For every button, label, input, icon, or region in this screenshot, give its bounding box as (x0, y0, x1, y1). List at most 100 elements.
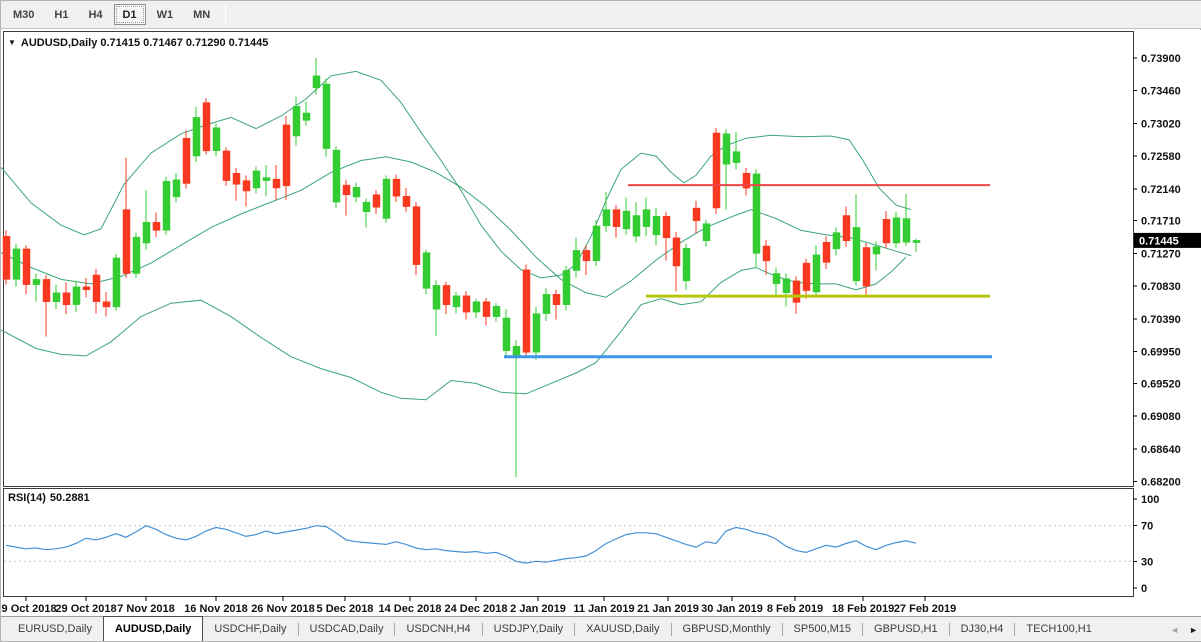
date-tick-label: 21 Jan 2019 (637, 603, 699, 615)
chart-menu-caret-icon[interactable]: ▼ (8, 38, 16, 47)
tab-usdcad-daily[interactable]: USDCAD,Daily (299, 617, 395, 641)
candle-body (193, 117, 200, 156)
candle-body (53, 293, 60, 302)
candle-body (843, 216, 850, 241)
candle-body (203, 103, 210, 151)
tab-audusd-daily[interactable]: AUDUSD,Daily (103, 616, 203, 641)
date-tick-label: 14 Dec 2018 (379, 603, 442, 615)
price-tick-label: 0.69950 (1141, 347, 1181, 359)
candle-body (323, 84, 330, 149)
candle-body (623, 211, 630, 229)
candle-body (353, 187, 360, 197)
candle-body (3, 236, 10, 279)
timeframe-button-m30[interactable]: M30 (4, 4, 43, 25)
rsi-current-value: 50.2881 (50, 492, 90, 504)
tab-usdjpy-daily[interactable]: USDJPY,Daily (483, 617, 575, 641)
timeframe-button-mn[interactable]: MN (184, 4, 219, 25)
candle-body (443, 285, 450, 304)
date-tick-label: 19 Oct 2018 (1, 603, 57, 615)
rsi-name: RSI(14) (8, 492, 46, 504)
candle-body (633, 216, 640, 237)
price-tick-label: 0.68200 (1141, 477, 1181, 489)
candle-body (663, 216, 670, 238)
candle-body (123, 210, 130, 274)
tab-dj30-h4[interactable]: DJ30,H4 (950, 617, 1015, 641)
timeframe-button-w1[interactable]: W1 (148, 4, 183, 25)
price-tick-label: 0.70390 (1141, 314, 1181, 326)
candle-body (533, 314, 540, 353)
candle-body (293, 106, 300, 136)
tab-gbpusd-h1[interactable]: GBPUSD,H1 (863, 617, 949, 641)
price-chart-svg: 0.739000.734600.730200.725800.721400.717… (1, 30, 1201, 618)
tab-sp500-m15[interactable]: SP500,M15 (783, 617, 862, 641)
candle-body (803, 263, 810, 291)
candle-body (603, 210, 610, 226)
candle-body (63, 293, 70, 305)
chart-low-value: 0.71290 (186, 37, 226, 49)
candle-body (553, 294, 560, 304)
tab-xauusd-daily[interactable]: XAUUSD,Daily (575, 617, 670, 641)
candle-body (523, 270, 530, 353)
candle-body (253, 171, 260, 188)
candle-body (93, 275, 100, 302)
candle-body (173, 180, 180, 197)
candle-body (453, 296, 460, 307)
candle-body (243, 181, 250, 191)
price-tick-label: 0.69080 (1141, 411, 1181, 423)
date-tick-label: 8 Feb 2019 (767, 603, 823, 615)
tab-eurusd-daily[interactable]: EURUSD,Daily (7, 617, 103, 641)
candle-body (583, 250, 590, 260)
tab-scroll-arrows: ◄ ► (1170, 617, 1198, 642)
chart-tab-bar: EURUSD,DailyAUDUSD,DailyUSDCHF,DailyUSDC… (1, 616, 1201, 641)
candle-body (143, 222, 150, 243)
date-tick-label: 16 Nov 2018 (184, 603, 248, 615)
timeframe-button-h1[interactable]: H1 (45, 4, 77, 25)
candle-body (783, 279, 790, 293)
candle-body (593, 226, 600, 261)
candle-body (703, 224, 710, 241)
candle-body (333, 150, 340, 202)
date-tick-label: 29 Oct 2018 (55, 603, 116, 615)
price-tick-label: 0.71710 (1141, 216, 1181, 228)
candle-body (283, 125, 290, 186)
date-tick-label: 27 Feb 2019 (894, 603, 956, 615)
candle-body (473, 302, 480, 312)
mt4-window: M30H1H4D1W1MN 0.739000.734600.730200.725… (0, 0, 1201, 642)
candle-body (373, 195, 380, 208)
price-tick-label: 0.70830 (1141, 281, 1181, 293)
timeframe-toolbar: M30H1H4D1W1MN (1, 1, 1201, 29)
tab-scroll-right-icon[interactable]: ► (1189, 625, 1198, 635)
candle-body (463, 296, 470, 312)
candle-body (263, 178, 270, 181)
candle-body (83, 287, 90, 290)
candle-body (793, 281, 800, 303)
candle-body (133, 237, 140, 273)
timeframe-button-h4[interactable]: H4 (79, 4, 111, 25)
date-tick-label: 26 Nov 2018 (251, 603, 315, 615)
candle-body (183, 138, 190, 183)
price-tick-label: 0.69520 (1141, 378, 1181, 390)
tab-usdcnh-h4[interactable]: USDCNH,H4 (395, 617, 481, 641)
candle-body (233, 173, 240, 184)
tab-scroll-left-icon[interactable]: ◄ (1170, 625, 1179, 635)
date-tick-label: 5 Dec 2018 (317, 603, 374, 615)
candle-body (543, 294, 550, 313)
price-tick-label: 0.72580 (1141, 151, 1181, 163)
candle-body (153, 222, 160, 230)
candle-body (383, 179, 390, 218)
candle-body (873, 247, 880, 254)
candle-body (403, 196, 410, 206)
candle-body (343, 185, 350, 195)
candle-body (413, 207, 420, 265)
candle-body (313, 76, 320, 88)
candle-body (563, 271, 570, 305)
candle-body (423, 253, 430, 289)
tab-gbpusd-monthly[interactable]: GBPUSD,Monthly (672, 617, 782, 641)
date-tick-label: 30 Jan 2019 (701, 603, 763, 615)
tab-tech100-h1[interactable]: TECH100,H1 (1015, 617, 1102, 641)
candle-body (833, 233, 840, 249)
timeframe-button-d1[interactable]: D1 (114, 4, 146, 25)
candle-body (913, 240, 920, 242)
tab-usdchf-daily[interactable]: USDCHF,Daily (203, 617, 297, 641)
chart-area: 0.739000.734600.730200.725800.721400.717… (1, 30, 1201, 618)
